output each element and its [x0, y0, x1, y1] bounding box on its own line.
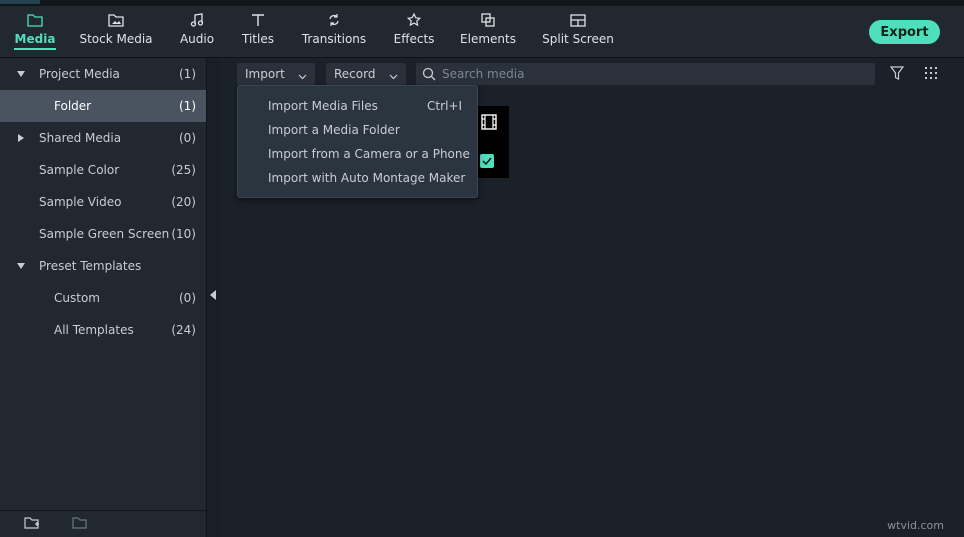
sidebar-item-preset-templates[interactable]: Preset Templates — [0, 250, 206, 282]
sidebar-item-folder[interactable]: Folder (1) — [0, 90, 206, 122]
tab-transitions[interactable]: Transitions — [301, 6, 367, 58]
tab-audio[interactable]: Audio — [180, 6, 214, 58]
filter-icon[interactable] — [889, 66, 905, 84]
tab-effects[interactable]: Effects — [394, 6, 434, 58]
sidebar-item-label: Project Media — [39, 67, 120, 81]
search-box — [416, 63, 875, 85]
chevron-down-icon — [298, 69, 307, 83]
sidebar-item-label: Custom — [54, 291, 100, 305]
media-library-sidebar: Project Media (1) Folder (1) Shared Medi… — [0, 58, 206, 537]
effects-icon — [407, 12, 421, 28]
sidebar-item-custom[interactable]: Custom (0) — [0, 282, 206, 314]
sidebar-item-shared-media[interactable]: Shared Media (0) — [0, 122, 206, 154]
sidebar-item-label: All Templates — [54, 323, 134, 337]
sidebar-item-count: (1) — [179, 99, 196, 113]
sidebar-item-label: Sample Video — [39, 195, 122, 209]
sidebar-item-count: (0) — [179, 291, 196, 305]
menu-item-label: Import from a Camera or a Phone — [268, 147, 470, 161]
split-screen-icon — [570, 12, 586, 28]
elements-icon — [481, 12, 495, 28]
tab-effects-label: Effects — [393, 32, 435, 46]
chevron-down-icon — [389, 69, 398, 83]
watermark: wtvid.com — [887, 519, 944, 532]
sidebar-item-label: Folder — [54, 99, 92, 113]
expand-caret-icon[interactable] — [16, 261, 26, 271]
import-label: Import — [245, 67, 285, 81]
sidebar-item-label: Sample Color — [39, 163, 120, 177]
music-note-icon — [190, 12, 204, 28]
menu-item-label: Import Media Files — [268, 99, 378, 113]
transitions-icon — [327, 12, 341, 28]
export-button[interactable]: Export — [869, 20, 940, 44]
checkmark-icon[interactable] — [480, 154, 494, 168]
sidebar-collapse-bar[interactable] — [206, 58, 220, 537]
sidebar-item-count: (10) — [171, 227, 196, 241]
search-input[interactable] — [442, 63, 862, 85]
record-dropdown[interactable]: Record — [326, 63, 406, 85]
record-label: Record — [334, 67, 376, 81]
tab-stock-media[interactable]: Stock Media — [79, 6, 153, 58]
sidebar-item-sample-color[interactable]: Sample Color (25) — [0, 154, 206, 186]
expand-caret-icon[interactable] — [16, 69, 26, 79]
film-strip-icon — [481, 114, 497, 133]
tab-titles[interactable]: Titles — [242, 6, 274, 58]
tab-elements-label: Elements — [460, 32, 516, 46]
sidebar-item-count: (24) — [171, 323, 196, 337]
menu-item-shortcut: Ctrl+I — [427, 99, 462, 113]
sidebar-item-all-templates[interactable]: All Templates (24) — [0, 314, 206, 346]
title-bar-accent — [0, 0, 40, 4]
folder-outline-icon[interactable] — [72, 516, 88, 533]
text-t-icon — [251, 12, 265, 28]
menu-item-label: Import a Media Folder — [268, 123, 400, 137]
tab-split-screen-label: Split Screen — [542, 32, 614, 46]
sidebar-item-count: (1) — [179, 67, 196, 81]
tab-elements[interactable]: Elements — [460, 6, 516, 58]
menu-item-import-media-files[interactable]: Import Media Files Ctrl+I — [238, 94, 477, 118]
tab-audio-label: Audio — [179, 32, 215, 46]
collapse-arrow-icon[interactable] — [210, 290, 216, 300]
tab-split-screen[interactable]: Split Screen — [542, 6, 614, 58]
sidebar-item-label: Preset Templates — [39, 259, 142, 273]
sidebar-item-sample-video[interactable]: Sample Video (20) — [0, 186, 206, 218]
sidebar-footer — [0, 510, 206, 537]
tab-media-label: Media — [14, 32, 56, 46]
expand-caret-icon[interactable] — [16, 133, 26, 143]
tab-titles-label: Titles — [242, 32, 274, 46]
menu-item-import-media-folder[interactable]: Import a Media Folder — [238, 118, 477, 142]
sidebar-item-project-media[interactable]: Project Media (1) — [0, 58, 206, 90]
sidebar-item-label: Shared Media — [39, 131, 122, 145]
tab-transitions-label: Transitions — [301, 32, 367, 46]
sidebar-item-count: (0) — [179, 131, 196, 145]
search-icon — [422, 67, 436, 84]
tab-media[interactable]: Media — [14, 6, 56, 58]
sidebar-item-label: Sample Green Screen — [39, 227, 170, 241]
tab-stock-media-label: Stock Media — [79, 32, 153, 46]
new-folder-icon[interactable] — [24, 516, 40, 533]
import-menu: Import Media Files Ctrl+I Import a Media… — [237, 85, 478, 198]
import-dropdown[interactable]: Import — [237, 63, 315, 85]
menu-item-import-from-camera[interactable]: Import from a Camera or a Phone — [238, 142, 477, 166]
sidebar-item-count: (25) — [171, 163, 196, 177]
menu-item-auto-montage[interactable]: Import with Auto Montage Maker — [238, 166, 477, 190]
menu-item-label: Import with Auto Montage Maker — [268, 171, 466, 185]
folder-icon — [27, 12, 43, 28]
top-toolbar: Media Stock Media Audio Titles Transitio… — [0, 6, 964, 58]
sidebar-item-sample-green-screen[interactable]: Sample Green Screen (10) — [0, 218, 206, 250]
sidebar-item-count: (20) — [171, 195, 196, 209]
grid-view-icon[interactable] — [924, 66, 938, 83]
stock-media-icon — [108, 12, 124, 28]
